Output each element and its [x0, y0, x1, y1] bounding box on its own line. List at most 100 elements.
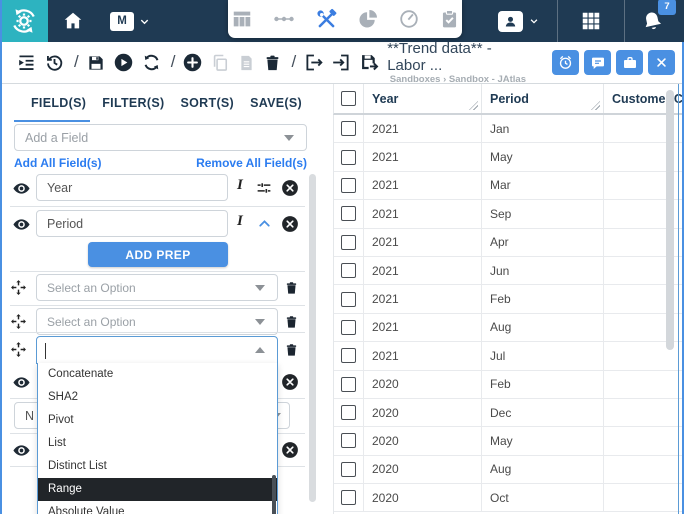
flow-nodes-button[interactable] [272, 8, 296, 30]
delete-prep-button[interactable] [284, 314, 299, 330]
dropdown-scrollbar[interactable] [272, 475, 277, 514]
briefcase-icon [622, 55, 638, 71]
dropdown-option[interactable]: List [38, 432, 277, 455]
add-button[interactable] [182, 52, 203, 73]
dropdown-option[interactable]: Pivot [38, 409, 277, 432]
remove-all-fields-link[interactable]: Remove All Field(s) [196, 156, 307, 170]
toggle-panel-button[interactable] [16, 52, 37, 73]
row-checkbox[interactable] [341, 490, 356, 505]
tools-button[interactable] [315, 8, 338, 31]
user-menu-button[interactable] [480, 11, 557, 32]
row-checkbox[interactable] [341, 121, 356, 136]
visibility-eye-icon[interactable] [12, 179, 31, 198]
copy-button[interactable] [210, 53, 230, 73]
save-button[interactable] [86, 53, 106, 73]
field-name-input[interactable]: Period [36, 210, 228, 237]
tab-sorts[interactable]: SORT(S) [181, 88, 235, 122]
import-button[interactable] [331, 52, 352, 73]
row-checkbox[interactable] [341, 377, 356, 392]
history-button[interactable] [44, 52, 65, 73]
visibility-eye-icon[interactable] [12, 215, 31, 234]
x-circle-icon [281, 179, 299, 197]
app-logo[interactable] [0, 0, 48, 42]
select-all-checkbox[interactable] [341, 91, 356, 106]
dropdown-option[interactable]: Absolute Value [38, 501, 277, 514]
add-all-fields-link[interactable]: Add All Field(s) [14, 156, 102, 170]
delete-button[interactable] [263, 53, 282, 73]
dropdown-option[interactable]: Distinct List [38, 455, 277, 478]
column-resize-handle[interactable] [591, 101, 600, 110]
save-as-button[interactable] [359, 52, 380, 73]
column-header-period[interactable]: Period [482, 84, 604, 113]
tab-saves[interactable]: SAVE(S) [250, 88, 302, 122]
refresh-button[interactable] [141, 52, 162, 73]
drag-handle-icon[interactable] [10, 313, 27, 330]
row-checkbox[interactable] [341, 292, 356, 307]
italic-button[interactable]: I [237, 177, 243, 194]
close-button[interactable] [648, 50, 675, 75]
row-checkbox[interactable] [341, 235, 356, 250]
italic-button[interactable]: I [237, 213, 243, 230]
remove-field-button[interactable] [281, 215, 299, 233]
visibility-eye-icon[interactable] [12, 441, 31, 460]
row-checkbox[interactable] [341, 206, 356, 221]
add-field-select[interactable]: Add a Field [14, 124, 307, 151]
column-resize-handle[interactable] [469, 101, 478, 110]
tasks-clipboard-button[interactable] [439, 8, 460, 30]
divider [10, 206, 305, 207]
column-header-year[interactable]: Year [364, 84, 482, 113]
app-menu-button[interactable]: M [110, 12, 150, 31]
package-button[interactable] [616, 50, 643, 75]
delete-prep-button[interactable] [284, 280, 299, 296]
dropdown-option[interactable]: Range [38, 478, 277, 501]
tab-fields[interactable]: FIELD(S) [31, 88, 86, 122]
apps-grid-button[interactable] [558, 10, 624, 32]
prep-combobox[interactable] [36, 336, 278, 364]
schedule-button[interactable] [552, 50, 579, 75]
copy-icon [210, 53, 230, 73]
panel-scrollbar[interactable] [309, 174, 316, 502]
row-checkbox[interactable] [341, 320, 356, 335]
export-button[interactable] [303, 52, 324, 73]
add-prep-button[interactable]: ADD PREP [88, 242, 228, 267]
document-action-buttons [552, 50, 675, 75]
dropdown-option[interactable]: Concatenate [38, 363, 277, 386]
paste-button[interactable] [237, 53, 256, 73]
gauge-button[interactable] [398, 8, 420, 30]
table-row: 2020 Dec [334, 399, 684, 427]
field-name-input[interactable]: Year [36, 174, 228, 201]
collapse-prep-button[interactable] [256, 215, 273, 232]
row-checkbox[interactable] [341, 263, 356, 278]
prep-select[interactable]: Select an Option [36, 274, 278, 301]
pie-chart-button[interactable] [357, 8, 379, 30]
run-button[interactable] [113, 52, 134, 73]
home-button[interactable] [62, 10, 84, 32]
row-checkbox[interactable] [341, 178, 356, 193]
row-checkbox[interactable] [341, 405, 356, 420]
breadcrumb-root[interactable]: Sandboxes [390, 74, 441, 85]
row-checkbox[interactable] [341, 462, 356, 477]
notifications-button[interactable]: 7 [625, 10, 684, 33]
table-columns-button[interactable] [231, 8, 253, 30]
row-checkbox[interactable] [341, 348, 356, 363]
drag-handle-icon[interactable] [10, 279, 27, 296]
field-settings-button[interactable] [255, 179, 273, 197]
remove-field-button[interactable] [281, 441, 299, 459]
prep-select[interactable]: Select an Option [36, 308, 278, 335]
comments-button[interactable] [584, 50, 611, 75]
tab-filters[interactable]: FILTER(S) [102, 88, 164, 122]
cell-customer [604, 484, 684, 511]
remove-field-button[interactable] [281, 373, 299, 391]
play-icon [113, 52, 134, 73]
dropdown-option[interactable]: SHA2 [38, 386, 277, 409]
delete-prep-button[interactable] [284, 342, 299, 358]
cell-period: Aug [482, 456, 604, 483]
drag-handle-icon[interactable] [10, 341, 27, 358]
cell-period: Dec [482, 399, 604, 426]
table-row: 2021 May [334, 143, 684, 171]
remove-field-button[interactable] [281, 179, 299, 197]
table-scrollbar[interactable] [666, 90, 674, 350]
row-checkbox[interactable] [341, 433, 356, 448]
visibility-eye-icon[interactable] [12, 373, 31, 392]
row-checkbox[interactable] [341, 150, 356, 165]
